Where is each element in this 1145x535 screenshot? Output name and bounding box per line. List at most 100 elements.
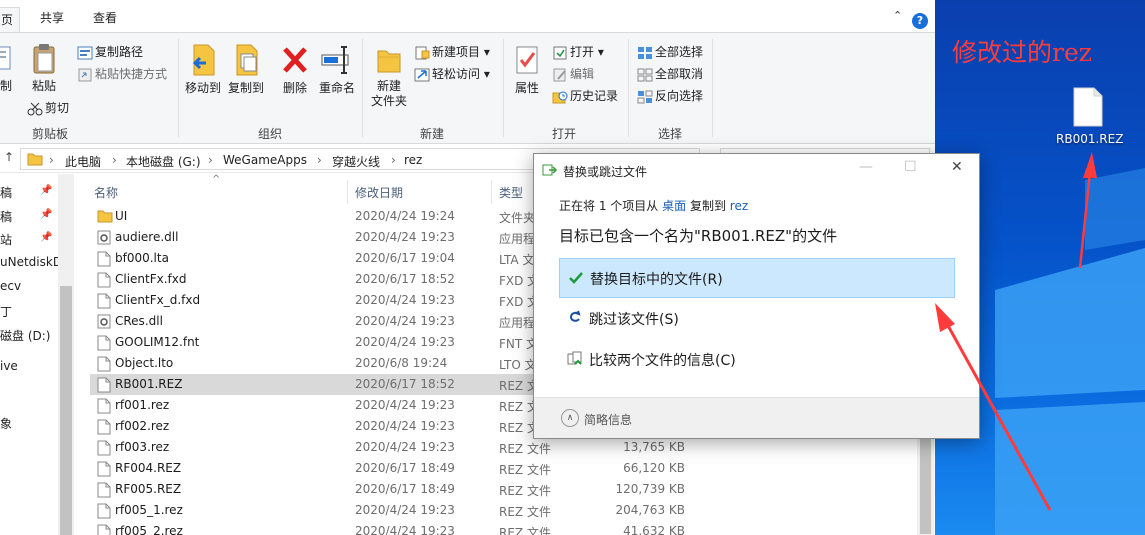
file-size: 13,765 KB: [623, 440, 685, 454]
invert-selection-button[interactable]: 反向选择: [637, 87, 703, 104]
paste-button[interactable]: 粘贴: [27, 43, 61, 94]
select-none-button[interactable]: 全部取消: [637, 65, 703, 82]
copy-to-button[interactable]: 复制到: [226, 43, 266, 96]
file-row[interactable]: RF005.REZ 2020/6/17 18:49 REZ 文件 120,739 KB: [90, 479, 915, 500]
copy-dialog-icon: [542, 164, 558, 176]
dialog-footer: ∧ 简略信息: [534, 397, 979, 438]
file-icon: [97, 419, 111, 435]
column-separator[interactable]: [491, 180, 492, 204]
column-header-name[interactable]: 名称: [94, 184, 118, 201]
breadcrumb-sep: ›: [317, 153, 322, 167]
nav-item[interactable]: 象: [0, 415, 12, 432]
file-name: GOOLIM12.fnt: [115, 335, 200, 349]
destination-link[interactable]: rez: [730, 199, 748, 213]
move-to-button[interactable]: 移动到: [183, 43, 223, 96]
ribbon-collapse-icon[interactable]: ⌃: [893, 9, 902, 22]
minimize-button[interactable]: —: [859, 159, 873, 175]
open-button[interactable]: 打开 ▾: [552, 43, 604, 60]
nav-scrollbar-thumb[interactable]: [60, 286, 72, 535]
maximize-button[interactable]: ☐: [904, 159, 917, 175]
pin-icon[interactable]: 📌: [40, 232, 52, 243]
file-name: ClientFx.fxd: [115, 272, 187, 286]
new-folder-button[interactable]: 新建 文件夹: [368, 43, 410, 109]
move-to-icon: [192, 44, 215, 76]
file-icon[interactable]: [1072, 87, 1104, 127]
file-row[interactable]: rf005_2.rez 2020/4/24 19:23 REZ 文件 41,632 K…: [90, 521, 915, 535]
file-date: 2020/6/17 18:52: [355, 272, 455, 286]
breadcrumb-item[interactable]: WeGameApps: [223, 153, 307, 167]
nav-item[interactable]: 稿: [0, 208, 12, 225]
select-all-button[interactable]: 全部选择: [637, 43, 703, 60]
file-icon: [97, 272, 111, 288]
checkmark-icon: [569, 272, 583, 284]
easy-access-icon: [414, 68, 430, 81]
file-date: 2020/6/17 18:49: [355, 461, 455, 475]
nav-item[interactable]: 站: [0, 231, 12, 248]
file-type: REZ 文件: [499, 442, 551, 456]
pin-icon[interactable]: 📌: [40, 209, 52, 220]
skip-option[interactable]: 跳过该文件(S): [559, 299, 955, 339]
history-button[interactable]: 历史记录: [552, 87, 618, 104]
column-header-date[interactable]: 修改日期: [355, 184, 403, 201]
nav-item[interactable]: ive: [0, 359, 18, 373]
tab-home[interactable]: 页: [0, 7, 21, 32]
breadcrumb-item[interactable]: rez: [404, 153, 422, 167]
nav-item[interactable]: 磁盘 (D:): [0, 327, 50, 344]
breadcrumb-sep: ›: [49, 153, 54, 167]
folder-icon: [27, 153, 43, 166]
file-size: 120,739 KB: [615, 482, 685, 496]
group-label-clipboard: 剪贴板: [31, 127, 68, 141]
file-date: 2020/4/24 19:23: [355, 503, 455, 517]
file-type: REZ 文件: [499, 526, 551, 535]
edit-button[interactable]: 编辑: [552, 65, 594, 82]
pin-icon[interactable]: 📌: [40, 185, 52, 196]
column-header-type[interactable]: 类型: [499, 184, 523, 201]
status-mid: 复制到: [689, 199, 726, 213]
paste-shortcut-icon: [78, 68, 92, 81]
rename-button[interactable]: 重命名: [318, 43, 356, 96]
nav-item[interactable]: 丁: [0, 303, 12, 320]
column-separator[interactable]: [347, 180, 348, 204]
nav-item[interactable]: uNetdiskD: [0, 255, 62, 269]
file-type: REZ 文件: [499, 505, 551, 519]
nav-scrollbar[interactable]: [58, 174, 74, 535]
new-item-button[interactable]: 新建项目 ▾: [414, 43, 490, 60]
compare-option-label: 比较两个文件的信息(C): [589, 353, 736, 369]
easy-access-button[interactable]: 轻松访问 ▾: [414, 65, 490, 82]
replace-option-label: 替换目标中的文件(R): [590, 272, 723, 288]
paste-shortcut-button[interactable]: 粘贴快捷方式: [77, 65, 167, 82]
ribbon-separator: [503, 39, 504, 137]
cut-button[interactable]: 剪切: [27, 99, 69, 116]
file-row[interactable]: rf005_1.rez 2020/4/24 19:23 REZ 文件 204,763 …: [90, 500, 915, 521]
file-row[interactable]: rf003.rez 2020/4/24 19:23 REZ 文件 13,765 KB: [90, 437, 915, 458]
close-button[interactable]: ✕: [951, 159, 963, 175]
replace-option[interactable]: 替换目标中的文件(R): [559, 258, 955, 298]
copy-button-partial[interactable]: 制: [0, 43, 14, 94]
less-info-button[interactable]: 简略信息: [584, 411, 632, 428]
copy-path-icon: [77, 46, 93, 59]
breadcrumb-item[interactable]: 此电脑: [65, 153, 101, 170]
file-type: REZ 文件: [499, 484, 551, 498]
breadcrumb-item[interactable]: 穿越火线: [332, 153, 380, 170]
properties-button[interactable]: 属性: [510, 43, 544, 96]
desktop-file-label[interactable]: RB001.REZ: [1056, 132, 1123, 146]
compare-option[interactable]: 比较两个文件的信息(C): [559, 340, 955, 380]
file-icon: [97, 251, 111, 267]
up-arrow-icon[interactable]: ↑: [4, 150, 14, 164]
chevron-up-icon[interactable]: ∧: [561, 409, 579, 427]
copy-icon: [0, 46, 11, 70]
help-icon[interactable]: ?: [912, 13, 928, 29]
nav-item[interactable]: 稿: [0, 184, 12, 201]
copy-to-icon: [236, 44, 258, 76]
navigation-pane: 稿 📌 稿 📌 站 📌 uNetdiskD ecv 丁 磁盘 (D:) ive …: [0, 174, 62, 535]
file-row[interactable]: RF004.REZ 2020/6/17 18:49 REZ 文件 66,120 KB: [90, 458, 915, 479]
copy-path-button[interactable]: 复制路径: [77, 43, 143, 60]
nav-item[interactable]: ecv: [0, 279, 21, 293]
breadcrumb-item[interactable]: 本地磁盘 (G:): [126, 153, 201, 170]
delete-button[interactable]: 删除: [280, 43, 310, 96]
tab-share[interactable]: 共享: [40, 9, 64, 26]
tab-view[interactable]: 查看: [93, 9, 117, 26]
delete-icon: [283, 47, 307, 73]
source-link[interactable]: 桌面: [662, 199, 686, 213]
sort-ascending-icon: ^: [212, 174, 221, 185]
